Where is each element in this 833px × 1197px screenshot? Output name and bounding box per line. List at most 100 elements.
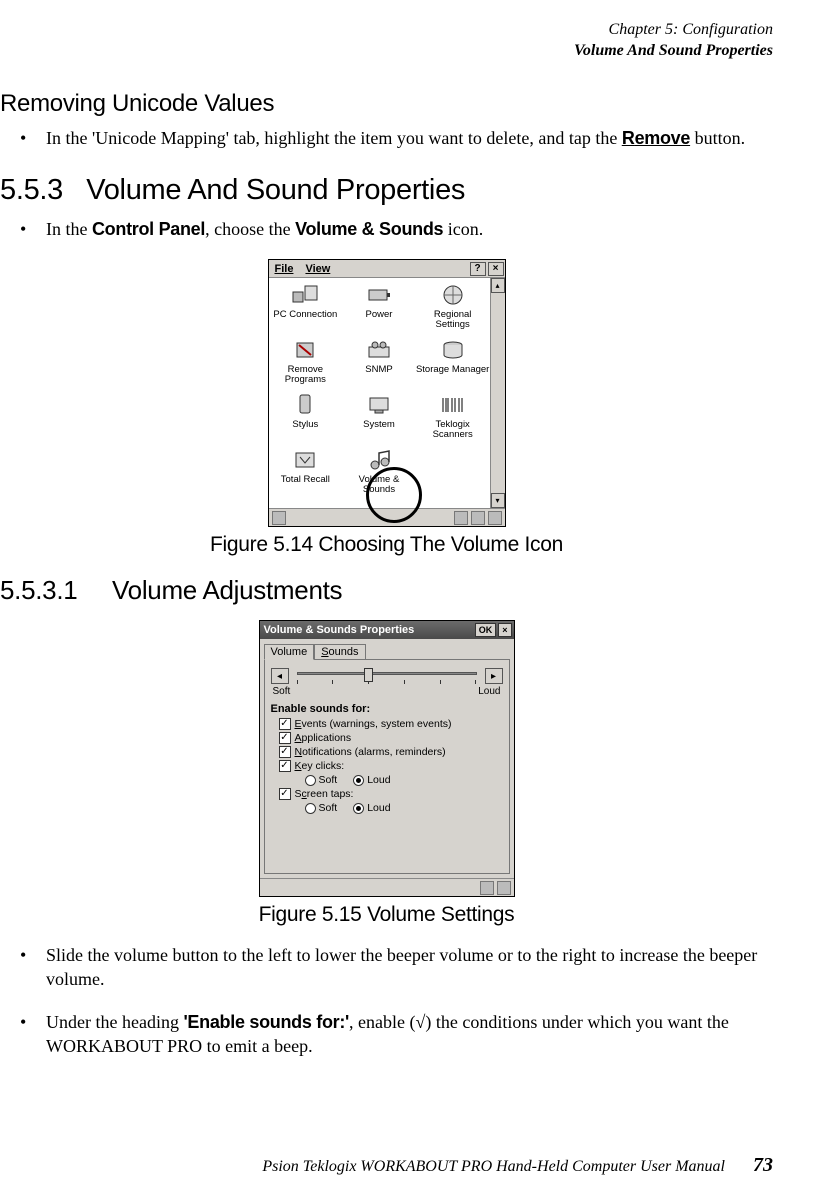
footer-text: Psion Teklogix WORKABOUT PRO Hand-Held C… [262,1158,725,1175]
label: Soft [319,774,338,786]
cp-item-stylus[interactable]: Stylus [269,392,343,447]
label: Remove Programs [269,365,343,385]
header-section: Volume And Sound Properties [0,41,773,62]
power-icon [364,282,394,308]
control-panel-label: Control Panel [92,219,205,239]
scroll-track[interactable] [491,293,505,493]
title: Volume And Sound Properties [86,174,465,206]
checkmark: √ [416,1012,426,1032]
label: Applications [295,732,352,744]
ok-button[interactable]: OK [475,623,497,637]
page-number: 73 [753,1154,773,1176]
cp-item-scanners[interactable]: Teklogix Scanners [416,392,490,447]
volume-properties-window: Volume & Sounds Properties OK × Volume S… [259,620,515,897]
volume-slider[interactable] [293,668,481,684]
bullet-553: In the Control Panel, choose the Volume … [46,217,773,241]
checkbox-keyclicks[interactable]: ✓ [279,760,291,772]
snmp-icon [364,337,394,363]
checkbox-applications[interactable]: ✓ [279,732,291,744]
num: 5.5.3 [0,174,63,206]
label: Notifications (alarms, reminders) [295,746,446,758]
cp-item-empty [416,447,490,502]
cp-item-snmp[interactable]: SNMP [342,337,416,392]
page-footer: Psion Teklogix WORKABOUT PRO Hand-Held C… [262,1154,773,1177]
slider-thumb[interactable] [364,668,373,682]
page-header: Chapter 5: Configuration Volume And Soun… [0,20,773,62]
cp-item-volume-sounds[interactable]: Volume & Sounds [342,447,416,502]
close-button[interactable]: × [488,262,504,276]
tray-icon[interactable] [480,881,494,895]
tab-sounds[interactable]: Sounds [314,644,365,660]
cp-item-remove-programs[interactable]: Remove Programs [269,337,343,392]
header-chapter: Chapter 5: Configuration [0,20,773,41]
heading-5531: 5.5.3.1 Volume Adjustments [0,575,773,606]
pc-connection-icon [290,282,320,308]
text: In the 'Unicode Mapping' tab, highlight … [46,128,622,148]
scroll-up-button[interactable]: ▴ [491,278,505,293]
taskbar [260,878,514,896]
enable-sounds-heading: Enable sounds for: [265,699,509,717]
radio-keyclicks-soft[interactable] [305,775,316,786]
cp-item-system[interactable]: System [342,392,416,447]
storage-icon [438,337,468,363]
menu-file[interactable]: File [269,263,300,275]
figure-515-caption: Figure 5.15 Volume Settings [0,903,773,927]
window-title: Volume & Sounds Properties [262,624,473,636]
tab-volume[interactable]: Volume [264,644,315,660]
label-soft: Soft [273,686,291,697]
cp-item-storage[interactable]: Storage Manager [416,337,490,392]
tray-icon[interactable] [497,881,511,895]
checkbox-events[interactable]: ✓ [279,718,291,730]
control-panel-window: File View ? × PC Connection Power Region… [268,259,506,527]
radio-keyclicks-loud[interactable] [353,775,364,786]
help-button[interactable]: ? [470,262,486,276]
slider-left-button[interactable]: ◂ [271,668,289,684]
label: Power [366,310,393,320]
scrollbar[interactable]: ▴ ▾ [490,278,505,508]
label-loud: Loud [478,686,500,697]
slider-right-button[interactable]: ▸ [485,668,503,684]
text: , choose the [205,219,295,239]
label: Regional Settings [416,310,490,330]
label: Loud [367,802,390,814]
radio-screentaps-soft[interactable] [305,803,316,814]
text: button. [690,128,745,148]
checkbox-screentaps[interactable]: ✓ [279,788,291,800]
total-recall-icon [290,447,320,473]
text: Slide the volume button to the left to l… [46,945,757,989]
cp-item-total-recall[interactable]: Total Recall [269,447,343,502]
tray-icon[interactable] [454,511,468,525]
volume-icon [364,447,394,473]
radio-screentaps-loud[interactable] [353,803,364,814]
tray-icon[interactable] [488,511,502,525]
remove-programs-icon [290,337,320,363]
volume-sounds-label: Volume & Sounds [295,219,443,239]
label: Events (warnings, system events) [295,718,452,730]
barcode-icon [438,392,468,418]
taskbar [269,508,505,526]
label: Screen taps: [295,788,354,800]
label: PC Connection [273,310,337,320]
remove-label: Remove [622,128,690,148]
title: Volume Adjustments [112,575,342,605]
text: In the [46,219,92,239]
menu-view[interactable]: View [299,263,336,275]
label: Soft [319,802,338,814]
scroll-down-button[interactable]: ▾ [491,493,505,508]
system-icon [364,392,394,418]
heading-removing: Removing Unicode Values [0,90,773,118]
text: , enable ( [349,1012,415,1032]
titlebar: Volume & Sounds Properties OK × [260,621,514,639]
label: SNMP [365,365,392,375]
label: Key clicks: [295,760,345,772]
cp-item-regional[interactable]: Regional Settings [416,282,490,337]
cp-item-pc-connection[interactable]: PC Connection [269,282,343,337]
label: Storage Manager [416,365,489,375]
start-icon[interactable] [272,511,286,525]
tray-icon[interactable] [471,511,485,525]
tab-row: Volume Sounds [260,639,514,659]
cp-item-power[interactable]: Power [342,282,416,337]
checkbox-notifications[interactable]: ✓ [279,746,291,758]
figure-514-caption: Figure 5.14 Choosing The Volume Icon [0,533,773,557]
close-button[interactable]: × [498,623,511,637]
